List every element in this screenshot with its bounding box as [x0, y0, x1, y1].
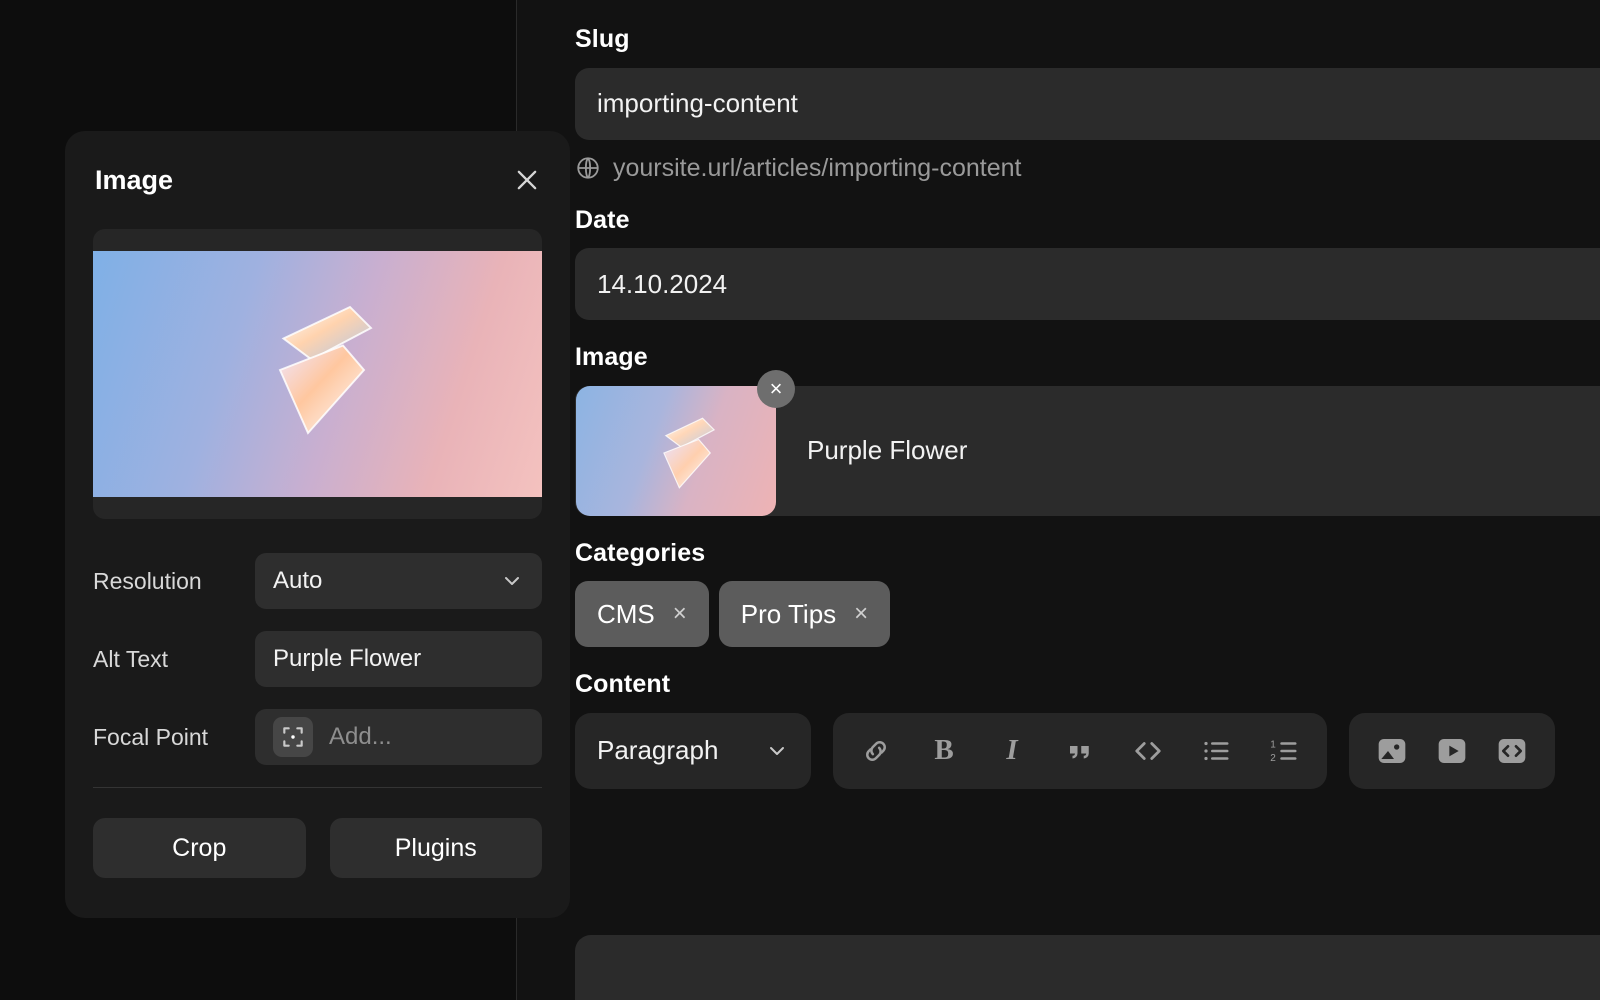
category-tag[interactable]: Pro Tips ×: [719, 581, 890, 647]
quote-icon[interactable]: [1063, 734, 1097, 768]
image-preview[interactable]: [93, 251, 542, 497]
category-tag-remove-icon[interactable]: ×: [673, 602, 687, 626]
slug-input-value: importing-content: [597, 88, 798, 119]
link-icon[interactable]: [859, 734, 893, 768]
image-dialog-actions: Crop Plugins: [65, 818, 570, 878]
categories-label: Categories: [575, 540, 1600, 568]
categories-field-group: Categories CMS × Pro Tips ×: [575, 540, 1600, 648]
category-tag-label: Pro Tips: [741, 599, 836, 630]
image-dialog: Image: [65, 131, 570, 918]
code-icon[interactable]: [1131, 734, 1165, 768]
video-insert-icon[interactable]: [1435, 734, 1469, 768]
plugins-button[interactable]: Plugins: [330, 818, 543, 878]
resolution-select[interactable]: Auto: [255, 553, 542, 609]
svg-text:1: 1: [1270, 739, 1276, 750]
crop-button[interactable]: Crop: [93, 818, 306, 878]
bold-icon[interactable]: B: [927, 734, 961, 768]
image-dialog-fields: Resolution Auto Alt Text Purple Flower F…: [65, 553, 570, 765]
app-root: Slug importing-content yoursite.url/arti…: [0, 0, 1600, 1000]
image-thumbnail[interactable]: [576, 386, 776, 516]
bullet-list-icon[interactable]: [1199, 734, 1233, 768]
image-dialog-header: Image: [65, 131, 570, 229]
content-toolbar: Paragraph B I: [575, 713, 1600, 789]
alt-text-input[interactable]: Purple Flower: [255, 631, 542, 687]
image-item-label: Purple Flower: [807, 435, 967, 466]
category-tag[interactable]: CMS ×: [575, 581, 709, 647]
content-field-group: Content Paragraph B I: [575, 671, 1600, 789]
resolution-label: Resolution: [93, 568, 255, 595]
date-field-group: Date 14.10.2024: [575, 207, 1600, 321]
content-editor-area[interactable]: [575, 935, 1600, 1000]
format-tool-group: B I: [833, 713, 1327, 789]
block-type-select[interactable]: Paragraph: [575, 713, 811, 789]
crystal-bolt-icon: [660, 414, 718, 492]
alt-text-row: Alt Text Purple Flower: [93, 631, 542, 687]
resolution-value: Auto: [273, 567, 322, 595]
image-preview-frame: [93, 229, 542, 519]
slug-field-group: Slug importing-content yoursite.url/arti…: [575, 26, 1600, 183]
category-tag-remove-icon[interactable]: ×: [854, 602, 868, 626]
slug-url-text: yoursite.url/articles/importing-content: [613, 154, 1022, 183]
categories-tag-list: CMS × Pro Tips ×: [575, 581, 1600, 647]
resolution-row: Resolution Auto: [93, 553, 542, 609]
block-type-value: Paragraph: [597, 735, 718, 766]
plugins-button-label: Plugins: [395, 834, 477, 863]
date-input[interactable]: 14.10.2024: [575, 248, 1600, 320]
slug-input[interactable]: importing-content: [575, 68, 1600, 140]
svg-text:2: 2: [1270, 753, 1276, 764]
alt-text-label: Alt Text: [93, 646, 255, 673]
slug-label: Slug: [575, 26, 1600, 54]
chevron-down-icon: [765, 739, 789, 763]
category-tag-label: CMS: [597, 599, 655, 630]
image-remove-button[interactable]: ×: [757, 370, 795, 408]
image-label: Image: [575, 344, 1600, 372]
close-icon[interactable]: [510, 163, 544, 197]
dialog-separator: [93, 787, 542, 788]
focal-point-input[interactable]: Add...: [255, 709, 542, 765]
chevron-down-icon: [500, 569, 524, 593]
embed-tool-group: [1349, 713, 1555, 789]
focal-point-row: Focal Point Add...: [93, 709, 542, 765]
crop-button-label: Crop: [172, 834, 226, 863]
focal-point-value: Add...: [329, 723, 392, 751]
globe-icon: [575, 155, 601, 181]
numbered-list-icon[interactable]: 1 2: [1267, 734, 1301, 768]
entry-form-panel: Slug importing-content yoursite.url/arti…: [517, 0, 1600, 1000]
image-insert-icon[interactable]: [1375, 734, 1409, 768]
date-label: Date: [575, 207, 1600, 235]
image-field-group: Image Purple Flower: [575, 344, 1600, 516]
embed-code-icon[interactable]: [1495, 734, 1529, 768]
image-dialog-title: Image: [95, 165, 173, 196]
crystal-bolt-icon: [273, 295, 378, 445]
content-label: Content: [575, 671, 1600, 699]
slug-url-preview: yoursite.url/articles/importing-content: [575, 154, 1600, 183]
focal-point-label: Focal Point: [93, 724, 255, 751]
date-input-value: 14.10.2024: [597, 269, 727, 300]
alt-text-value: Purple Flower: [273, 645, 421, 673]
image-remove-label: ×: [770, 378, 783, 400]
italic-icon[interactable]: I: [995, 734, 1029, 768]
focal-point-icon[interactable]: [273, 717, 313, 757]
